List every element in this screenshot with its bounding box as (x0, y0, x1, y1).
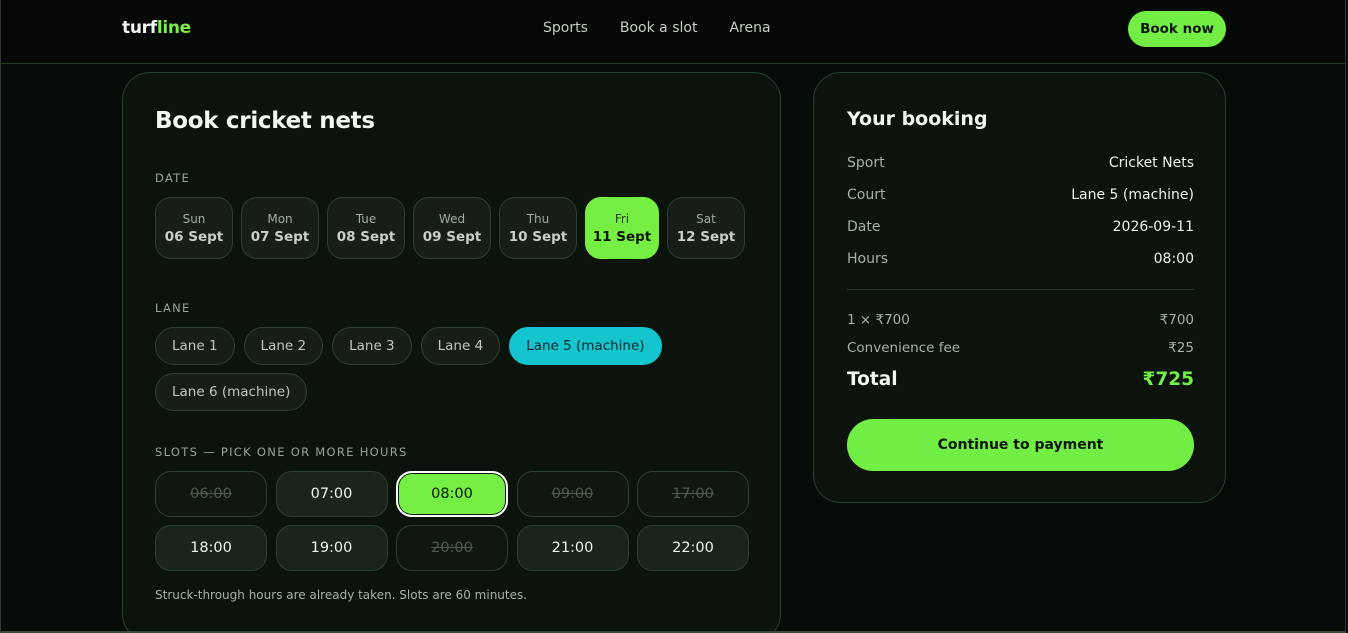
date-section-label: DATE (155, 171, 191, 185)
date-picker: Sun 06 Sept Mon 07 Sept Tue 08 Sept Wed … (155, 197, 753, 259)
lane-option-selected[interactable]: Lane 5 (machine) (509, 327, 662, 365)
date-option[interactable]: Thu 10 Sept (499, 197, 577, 259)
lane-section-label: LANE (155, 301, 191, 315)
date-day-of-week: Tue (355, 211, 377, 226)
summary-total: Total ₹725 (847, 369, 1194, 390)
lane-option[interactable]: Lane 4 (420, 327, 501, 365)
slot-taken: 17:00 (637, 471, 749, 517)
slot-taken: 20:00 (396, 525, 508, 571)
booking-summary-card: Your booking Sport Cricket Nets Court La… (813, 72, 1226, 503)
lane-option[interactable]: Lane 6 (machine) (155, 373, 308, 411)
slot-grid: 06:00 07:00 08:00 09:00 17:00 18:00 19:0… (155, 471, 749, 571)
total-amount: ₹725 (1142, 369, 1195, 390)
date-day-of-week: Sun (182, 211, 206, 226)
slots-section-label: SLOTS — PICK ONE OR MORE HOURS (155, 445, 408, 459)
date-option[interactable]: Sun 06 Sept (155, 197, 233, 259)
date-option[interactable]: Wed 09 Sept (413, 197, 491, 259)
date-option[interactable]: Mon 07 Sept (241, 197, 319, 259)
date-day-of-week: Wed (438, 211, 466, 226)
date-day: 11 Sept (592, 228, 652, 245)
summary-fee: Convenience fee ₹25 (847, 340, 1194, 356)
continue-to-payment-button[interactable]: Continue to payment (847, 419, 1194, 471)
date-day-of-week: Thu (526, 211, 550, 226)
summary-key: Sport (847, 155, 885, 171)
nav-link-arena[interactable]: Arena (729, 20, 770, 36)
fee-label: Convenience fee (847, 340, 961, 356)
summary-row-court: Court Lane 5 (machine) (847, 187, 1194, 203)
slot-taken: 06:00 (155, 471, 267, 517)
summary-key: Court (847, 187, 886, 203)
slot-available[interactable]: 07:00 (275, 471, 388, 517)
book-now-button[interactable]: Book now (1128, 11, 1226, 47)
date-day-of-week: Fri (614, 211, 630, 226)
summary-divider (847, 289, 1194, 290)
date-day: 06 Sept (164, 228, 224, 245)
slot-available[interactable]: 18:00 (155, 525, 267, 571)
date-day: 12 Sept (676, 228, 736, 245)
summary-key: Hours (847, 251, 889, 267)
date-option[interactable]: Sat 12 Sept (667, 197, 745, 259)
summary-value: 2026-09-11 (1112, 219, 1194, 235)
summary-row-hours: Hours 08:00 (847, 251, 1194, 267)
summary-value: Cricket Nets (1108, 155, 1194, 171)
date-day: 09 Sept (422, 228, 482, 245)
date-day: 08 Sept (336, 228, 396, 245)
date-day: 07 Sept (250, 228, 310, 245)
total-label: Total (847, 369, 898, 390)
slot-taken: 09:00 (516, 471, 629, 517)
slots-hint: Struck-through hours are already taken. … (155, 588, 528, 602)
lane-picker: Lane 1 Lane 2 Lane 3 Lane 4 Lane 5 (mach… (155, 327, 755, 419)
main-nav: Sports Book a slot Arena (543, 20, 803, 36)
line-item-amount: ₹700 (1159, 312, 1194, 328)
summary-value: 08:00 (1153, 251, 1194, 267)
lane-option[interactable]: Lane 2 (243, 327, 324, 365)
form-title: Book cricket nets (155, 108, 375, 134)
summary-value: Lane 5 (machine) (1071, 187, 1194, 203)
summary-row-date: Date 2026-09-11 (847, 219, 1194, 235)
logo-main: turf (122, 18, 157, 38)
summary-title: Your booking (847, 108, 988, 130)
summary-row-sport: Sport Cricket Nets (847, 155, 1194, 171)
nav-link-book-a-slot[interactable]: Book a slot (620, 20, 698, 36)
date-day-of-week: Sat (696, 211, 716, 226)
top-navigation-bar: turfline Sports Book a slot Arena Book n… (1, 0, 1345, 64)
lane-option[interactable]: Lane 3 (332, 327, 412, 365)
summary-line-item: 1 × ₹700 ₹700 (847, 312, 1194, 328)
logo-accent: line (156, 18, 191, 38)
fee-amount: ₹25 (1168, 340, 1194, 356)
lane-option[interactable]: Lane 1 (155, 327, 235, 365)
date-option[interactable]: Tue 08 Sept (327, 197, 405, 259)
summary-key: Date (847, 219, 881, 235)
date-day: 10 Sept (508, 228, 568, 245)
date-option-selected[interactable]: Fri 11 Sept (585, 197, 659, 259)
nav-link-sports[interactable]: Sports (543, 20, 588, 36)
slot-selected[interactable]: 08:00 (396, 471, 508, 517)
date-day-of-week: Mon (267, 211, 293, 226)
booking-form-card: Book cricket nets DATE Sun 06 Sept Mon 0… (122, 72, 781, 631)
slot-available[interactable]: 19:00 (275, 525, 388, 571)
line-item-label: 1 × ₹700 (847, 312, 910, 328)
page: turfline Sports Book a slot Arena Book n… (0, 0, 1346, 633)
logo[interactable]: turfline (122, 18, 191, 38)
slot-available[interactable]: 21:00 (516, 525, 629, 571)
slot-available[interactable]: 22:00 (637, 525, 749, 571)
